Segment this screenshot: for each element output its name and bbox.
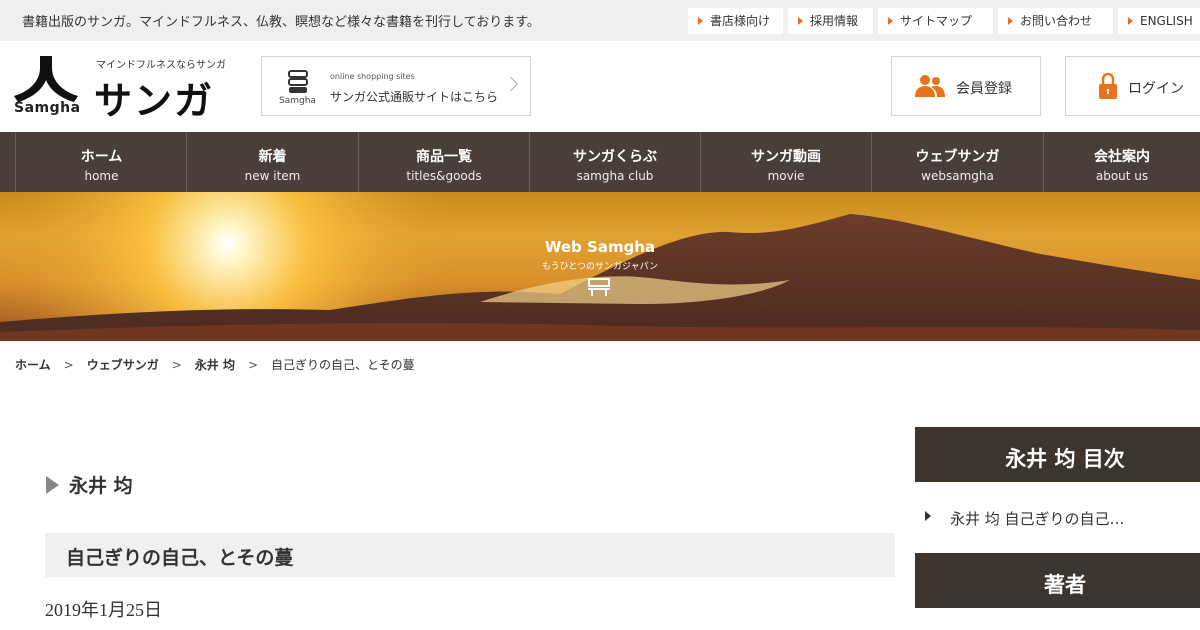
nav-label-jp: 新着 [258, 149, 287, 165]
books-icon [288, 70, 308, 93]
caret-right-icon [1008, 17, 1013, 25]
shop-label: サンガ公式通販サイトはこちら [330, 90, 499, 104]
top-link-label: 書店様向け [710, 14, 771, 28]
nav-label-en: new item [244, 169, 301, 183]
nav-label-en: movie [767, 169, 805, 183]
breadcrumb-author[interactable]: 永井 均 [195, 358, 235, 372]
nav-label-jp: サンガくらぶ [573, 149, 657, 165]
breadcrumb: ホーム > ウェブサンガ > 永井 均 > 自己ぎりの自己、とその蔓 [15, 356, 415, 373]
hero-title: Web Samgha [544, 238, 656, 256]
caret-right-icon [798, 17, 803, 25]
article-title: 自己ぎりの自己、とその蔓 [66, 547, 294, 569]
breadcrumb-separator: > [171, 358, 182, 372]
sidebar-toc-heading-text: 永井 均 目次 [1005, 447, 1125, 471]
caret-right-icon [698, 17, 703, 25]
sidebar-toc-item[interactable]: 永井 均 自己ぎりの自己… [915, 498, 1200, 536]
nav-item-titles[interactable]: 商品一覧 titles&goods [358, 132, 529, 192]
sidebar-author-heading-text: 著者 [1044, 573, 1086, 597]
shop-icon-label: Samgha [279, 96, 316, 106]
online-shop-link[interactable]: Samgha online shopping sites サンガ公式通販サイトは… [261, 56, 531, 116]
top-link-label: サイトマップ [900, 14, 973, 28]
nav-item-movie[interactable]: サンガ動画 movie [700, 132, 871, 192]
breadcrumb-current: 自己ぎりの自己、とその蔓 [271, 358, 415, 372]
top-link-label: お問い合わせ [1020, 14, 1093, 28]
nav-item-about[interactable]: 会社案内 about us [1043, 132, 1200, 192]
hero-banner: Web Samgha もうひとつのサンガジャパン [0, 192, 1200, 341]
nav-label-en: about us [1095, 169, 1149, 183]
top-link-label: 採用情報 [810, 14, 859, 28]
register-label: 会員登録 [956, 81, 1012, 97]
site-tagline: 書籍出版のサンガ。マインドフルネス、仏教、瞑想など様々な書籍を刊行しております。 [22, 15, 540, 30]
author-name: 永井 均 [69, 475, 133, 497]
nav-item-websamgha[interactable]: ウェブサンガ websamgha [871, 132, 1043, 192]
sidebar-toc-item-label: 永井 均 自己ぎりの自己… [950, 510, 1125, 528]
users-icon [915, 75, 945, 97]
nav-label-en: home [84, 169, 119, 183]
caret-right-icon [1128, 17, 1133, 25]
nav-label-en: samgha club [576, 169, 654, 183]
nav-label-jp: サンガ動画 [751, 149, 821, 165]
logo-wordmark: サンガ [94, 79, 215, 123]
nav-item-club[interactable]: サンガくらぶ samgha club [529, 132, 700, 192]
nav-label-jp: 商品一覧 [416, 149, 472, 165]
top-link-label: ENGLISH [1140, 14, 1193, 28]
sidebar-toc-heading: 永井 均 目次 [915, 427, 1200, 482]
top-link-recruit[interactable]: 採用情報 [788, 8, 873, 34]
shop-caption: online shopping sites [330, 72, 415, 81]
nav-item-new[interactable]: 新着 new item [186, 132, 358, 192]
login-label: ログイン [1128, 81, 1184, 97]
lock-icon [1099, 72, 1117, 99]
nav-label-en: titles&goods [406, 169, 482, 183]
publish-date: 2019年1月25日 [45, 600, 162, 620]
sidebar-author-heading: 著者 [915, 553, 1200, 608]
top-link-bookstores[interactable]: 書店様向け [688, 8, 783, 34]
nav-label-jp: 会社案内 [1094, 149, 1150, 165]
triangle-right-icon [46, 476, 59, 494]
triangle-right-icon [925, 511, 931, 521]
top-link-sitemap[interactable]: サイトマップ [878, 8, 993, 34]
hero-subtitle: もうひとつのサンガジャパン [541, 262, 659, 272]
register-button[interactable]: 会員登録 [891, 56, 1041, 116]
nav-item-home[interactable]: ホーム home [15, 132, 187, 192]
article-title-box: 自己ぎりの自己、とその蔓 [45, 533, 895, 577]
nav-label-jp: ウェブサンガ [915, 149, 1000, 165]
top-link-contact[interactable]: お問い合わせ [998, 8, 1113, 34]
logo-mark-text: Samgha [14, 100, 81, 116]
chevron-right-icon [503, 76, 519, 92]
top-link-english[interactable]: ENGLISH [1118, 8, 1200, 34]
top-bar: 書籍出版のサンガ。マインドフルネス、仏教、瞑想など様々な書籍を刊行しております。… [0, 0, 1200, 41]
nav-label-jp: ホーム [80, 149, 123, 165]
logo-subtitle: マインドフルネスならサンガ [96, 60, 226, 71]
caret-right-icon [888, 17, 893, 25]
login-button[interactable]: ログイン [1065, 56, 1200, 116]
global-nav: ホーム home 新着 new item 商品一覧 titles&goods サ… [0, 132, 1200, 192]
breadcrumb-websamgha[interactable]: ウェブサンガ [87, 358, 159, 372]
reading-desk-icon [588, 278, 610, 296]
breadcrumb-separator: > [247, 358, 259, 372]
author-heading: 永井 均 [46, 471, 133, 498]
site-logo[interactable]: Samgha マインドフルネスならサンガ サンガ [14, 54, 234, 123]
breadcrumb-separator: > [63, 358, 74, 372]
nav-label-en: websamgha [921, 169, 994, 183]
breadcrumb-home[interactable]: ホーム [15, 358, 51, 372]
